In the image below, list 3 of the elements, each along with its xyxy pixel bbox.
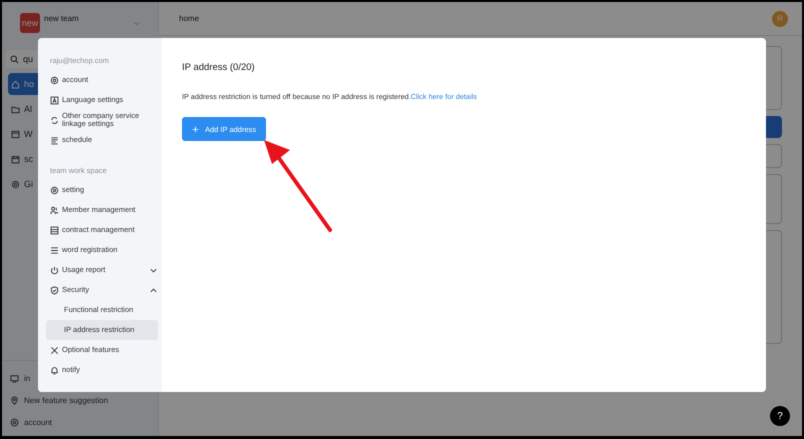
section-title: IP address (0/20) bbox=[182, 62, 256, 73]
page-title: home bbox=[179, 14, 200, 23]
team-logo: new bbox=[20, 13, 40, 33]
